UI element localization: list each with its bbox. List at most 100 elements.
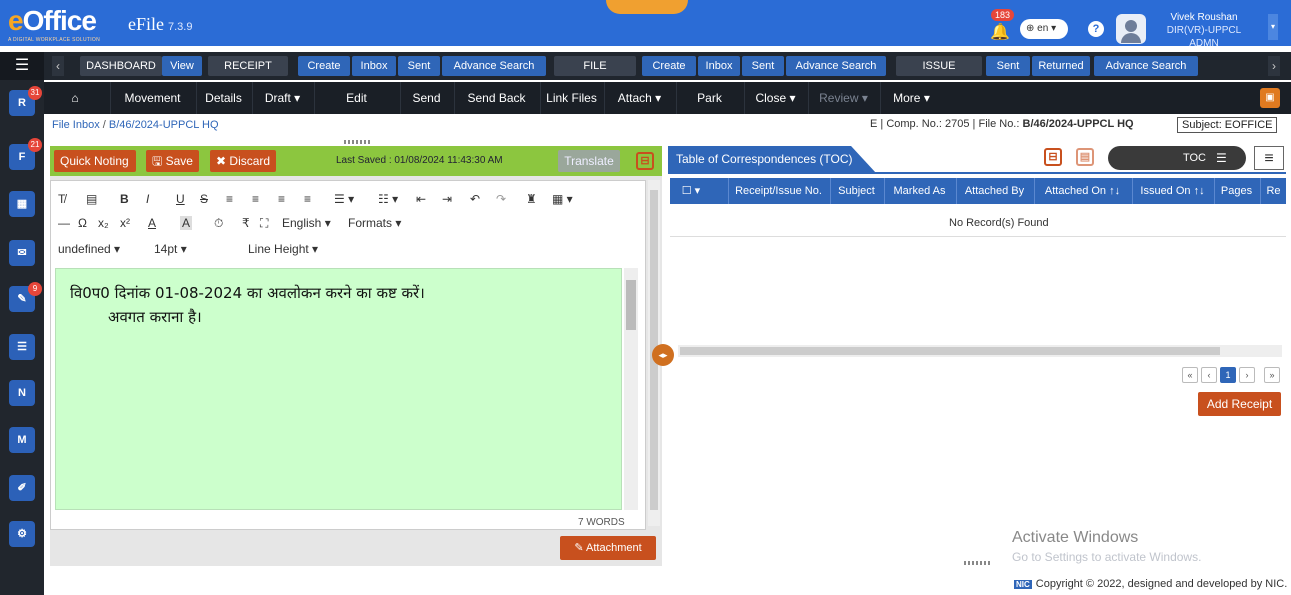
panel-grip[interactable]	[344, 140, 370, 144]
nav-receipt[interactable]: RECEIPT	[208, 56, 288, 76]
more-dropdown[interactable]: More ▾	[880, 82, 942, 114]
help-icon[interactable]: ?	[1088, 21, 1104, 37]
header-center-tab[interactable]	[606, 0, 688, 14]
bell-icon[interactable]: 🔔	[990, 22, 1010, 42]
col-receipt-no[interactable]: Receipt/Issue No.	[728, 178, 828, 204]
line-height-dropdown[interactable]: Line Height ▾	[248, 242, 318, 256]
nav-receipt-advance-search[interactable]: Advance Search	[442, 56, 546, 76]
translate-button[interactable]: Translate	[558, 150, 620, 172]
nav-issue-returned[interactable]: Returned	[1032, 56, 1090, 76]
horizontal-rule-icon[interactable]: —	[58, 216, 70, 230]
clear-format-icon[interactable]: T̸	[58, 192, 65, 206]
page-number[interactable]: 1	[1220, 367, 1236, 383]
toc-collapse-icon[interactable]: ▤	[1076, 148, 1094, 166]
breadcrumb-file-inbox[interactable]: File Inbox	[52, 119, 100, 131]
insert-date-icon[interactable]: ⏱	[214, 216, 223, 231]
special-char-icon[interactable]: Ω	[78, 216, 87, 230]
discard-button[interactable]: ✖ Discard	[210, 150, 277, 172]
col-issued-on[interactable]: Issued On ↑↓	[1132, 178, 1212, 204]
subscript-icon[interactable]: x₂	[98, 216, 109, 230]
nav-issue-advance-search[interactable]: Advance Search	[1094, 56, 1198, 76]
draft-dropdown[interactable]: Draft ▾	[252, 82, 312, 114]
bold-icon[interactable]: B	[120, 192, 129, 206]
nav-file-create[interactable]: Create	[642, 56, 696, 76]
col-pages[interactable]: Pages	[1214, 178, 1258, 204]
paste-icon[interactable]: ▤	[86, 192, 97, 206]
movement-button[interactable]: Movement	[110, 82, 194, 114]
justify-icon[interactable]: ≡	[304, 192, 311, 206]
close-dropdown[interactable]: Close ▾	[744, 82, 806, 114]
rupee-icon[interactable]: ₹	[242, 216, 250, 230]
eoffice-logo[interactable]: eOffice A DIGITAL WORKPLACE SOLUTION	[8, 6, 100, 44]
nav-receipt-inbox[interactable]: Inbox	[352, 56, 396, 76]
sidebar-calendar-icon[interactable]: ▦	[9, 191, 35, 217]
nav-issue[interactable]: ISSUE	[896, 56, 982, 76]
prev-page-button[interactable]: ‹	[1201, 367, 1217, 383]
number-list-icon[interactable]: ☷ ▾	[378, 192, 398, 206]
last-page-button[interactable]: »	[1264, 367, 1280, 383]
panel-resize-handle[interactable]: ◂▸	[652, 344, 674, 366]
nav-dashboard-view[interactable]: View	[162, 56, 202, 76]
sidebar-reports-icon[interactable]: ✐	[9, 475, 35, 501]
toc-horizontal-scrollbar[interactable]	[678, 345, 1282, 357]
nav-scroll-right[interactable]: ›	[1268, 56, 1280, 76]
sidebar-dak-icon[interactable]: ✉	[9, 240, 35, 266]
font-family-dropdown[interactable]: undefined ▾	[58, 242, 120, 256]
undo-icon[interactable]: ↶	[470, 192, 480, 206]
bullet-list-icon[interactable]: ☰ ▾	[334, 192, 354, 206]
attach-dropdown[interactable]: Attach ▾	[604, 82, 674, 114]
park-button[interactable]: Park	[676, 82, 742, 114]
language-selector[interactable]: ⊕ en ▾	[1020, 19, 1068, 39]
text-color-icon[interactable]: A	[148, 216, 156, 230]
toc-tab[interactable]: Table of Correspondences (TOC)	[668, 146, 876, 173]
align-center-icon[interactable]: ≡	[252, 192, 259, 206]
outdent-icon[interactable]: ⇤	[416, 192, 426, 206]
sidebar-manage-icon[interactable]: M	[9, 427, 35, 453]
select-all-checkbox[interactable]: ☐ ▾	[672, 178, 710, 204]
note-text[interactable]: वि0प0 दिनांक 01-08-2024 का अवलोकन करने क…	[70, 281, 425, 329]
col-attached-by[interactable]: Attached By	[956, 178, 1032, 204]
col-subject[interactable]: Subject	[830, 178, 882, 204]
bg-color-icon[interactable]: A	[180, 216, 193, 230]
send-back-button[interactable]: Send Back	[454, 82, 538, 114]
link-files-button[interactable]: Link Files	[540, 82, 602, 114]
send-button[interactable]: Send	[400, 82, 452, 114]
fullscreen-icon[interactable]: ⛶	[260, 216, 268, 231]
nav-file-inbox[interactable]: Inbox	[698, 56, 740, 76]
nav-file-advance-search[interactable]: Advance Search	[786, 56, 886, 76]
add-receipt-button[interactable]: Add Receipt	[1198, 392, 1281, 416]
sidebar-newmail-icon[interactable]: N	[9, 380, 35, 406]
nav-dashboard[interactable]: DASHBOARD	[80, 56, 162, 76]
align-left-icon[interactable]: ≡	[226, 192, 233, 206]
find-icon[interactable]: ♜	[526, 192, 537, 206]
nav-receipt-sent[interactable]: Sent	[398, 56, 440, 76]
formats-dropdown[interactable]: Formats ▾	[348, 216, 401, 230]
align-right-icon[interactable]: ≡	[278, 192, 285, 206]
first-page-button[interactable]: «	[1182, 367, 1198, 383]
attachment-button[interactable]: ✎ Attachment	[560, 536, 656, 560]
nav-file-sent[interactable]: Sent	[742, 56, 784, 76]
col-remarks[interactable]: Re	[1260, 178, 1286, 204]
sidebar-noting-icon[interactable]: ☰	[9, 334, 35, 360]
print-icon[interactable]: ▣	[1260, 88, 1280, 108]
details-button[interactable]: Details	[196, 82, 250, 114]
editor-scrollbar[interactable]	[624, 268, 638, 510]
language-dropdown[interactable]: English ▾	[282, 216, 331, 230]
home-icon[interactable]: ⌂	[60, 82, 90, 114]
col-marked-as[interactable]: Marked As	[884, 178, 954, 204]
sidebar-settings-icon[interactable]: ⚙	[9, 521, 35, 547]
toc-list-icon[interactable]: ☰	[1216, 151, 1227, 165]
nav-receipt-create[interactable]: Create	[298, 56, 350, 76]
avatar[interactable]	[1116, 14, 1146, 44]
quick-noting-button[interactable]: Quick Noting	[54, 150, 136, 172]
toc-expand-icon[interactable]: ⊟	[1044, 148, 1062, 166]
menu-icon[interactable]: ≡	[1254, 146, 1284, 170]
nav-issue-sent[interactable]: Sent	[986, 56, 1030, 76]
superscript-icon[interactable]: x²	[120, 216, 130, 230]
next-page-button[interactable]: ›	[1239, 367, 1255, 383]
right-panel-grip[interactable]	[964, 561, 990, 565]
underline-icon[interactable]: U	[176, 192, 185, 206]
italic-icon[interactable]: I	[146, 192, 149, 206]
col-attached-on[interactable]: Attached On ↑↓	[1034, 178, 1130, 204]
user-info[interactable]: Vivek Roushan DIR(VR)-UPPCL ADMN	[1152, 11, 1256, 50]
